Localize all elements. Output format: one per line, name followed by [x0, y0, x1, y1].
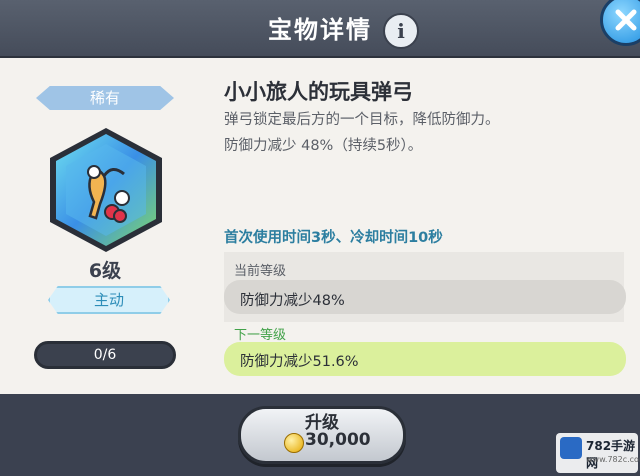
upgrade-cost: 30,000: [305, 430, 371, 450]
skill-type-badge: 主动: [48, 286, 170, 314]
info-icon[interactable]: i: [383, 13, 419, 49]
next-level-value: 防御力减少51.6%: [240, 354, 359, 370]
treasure-icon: [46, 126, 166, 254]
close-icon: [615, 9, 637, 31]
treasure-card: 稀有 6级 主动 0/6: [12, 58, 202, 376]
treasure-info: 小小旅人的玩具弹弓 弹弓锁定最后方的一个目标，降低防御力。 防御力减少 48%（…: [208, 58, 640, 394]
upgrade-progress: 0/6: [34, 341, 176, 369]
watermark-logo-icon: [560, 437, 582, 459]
description-line-2: 防御力减少 48%（持续5秒）。: [224, 138, 423, 154]
cooldown-text: 首次使用时间3秒、冷却时间10秒: [224, 230, 443, 246]
treasure-level: 6级: [88, 260, 122, 282]
watermark-text: 782手游网: [586, 439, 636, 470]
content-area: 稀有 6级 主动 0/6 小小旅人的玩具弹弓 弹弓锁定最后方的一个目标，降低防御…: [0, 58, 640, 394]
rarity-badge: 稀有: [36, 86, 174, 110]
current-level-label: 当前等级: [234, 264, 287, 279]
next-level-label: 下一等级: [234, 328, 287, 343]
header-bar: 宝物详情 i: [0, 0, 640, 58]
treasure-detail-panel: 宝物详情 i 稀有 6级 主动 0/6 小小旅人的玩具弹弓 弹弓锁定最后方的一个…: [0, 0, 640, 476]
description-line-1: 弹弓锁定最后方的一个目标，降低防御力。: [224, 112, 500, 128]
watermark-subtext: www.782c.com: [586, 455, 640, 464]
treasure-name: 小小旅人的玩具弹弓: [224, 80, 413, 104]
slingshot-icon: [50, 128, 162, 252]
coin-icon: [284, 433, 304, 453]
current-level-value: 防御力减少48%: [240, 293, 345, 309]
page-title: 宝物详情: [268, 16, 372, 44]
